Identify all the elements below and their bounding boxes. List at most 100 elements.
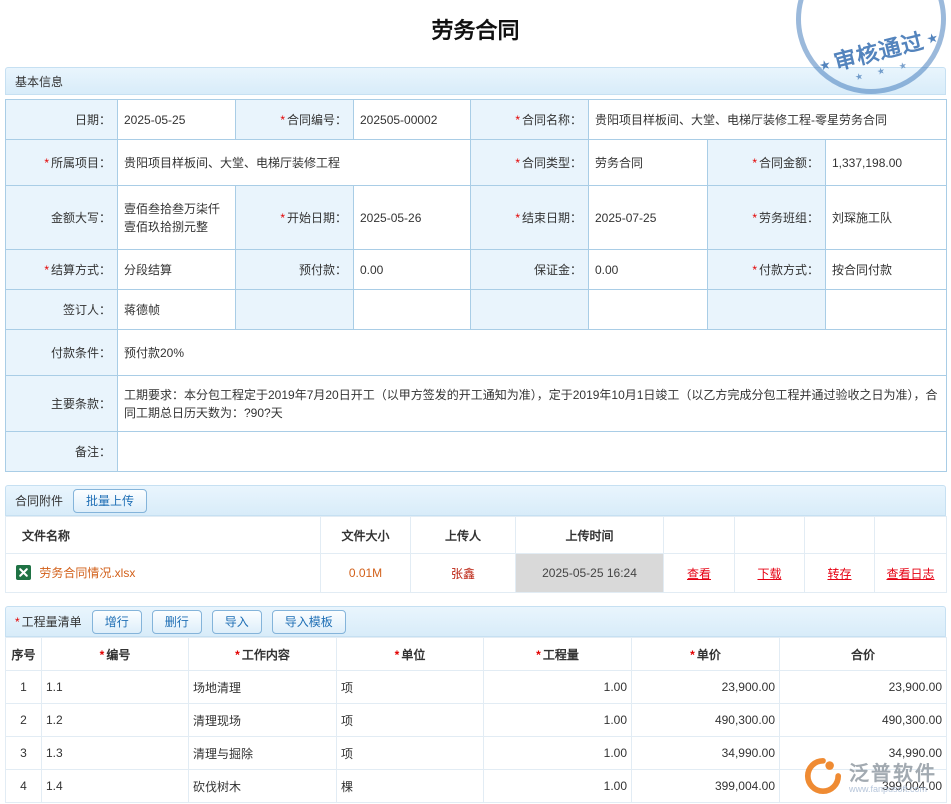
attachment-actions-cell: 查看日志 [875, 554, 947, 593]
project-value: 贵阳项目样板间、大堂、电梯厅装修工程 [118, 140, 471, 186]
actions-header-cell [805, 517, 875, 554]
uploader-header: 上传人 [411, 517, 516, 554]
boq-seq: 3 [6, 737, 42, 770]
required-asterisk: * [280, 211, 285, 225]
excel-file-icon [16, 565, 31, 583]
quantity-header-text: 工程量 [543, 648, 579, 662]
settlement-label-text: 结算方式： [51, 263, 111, 277]
attachment-uploader: 张鑫 [411, 554, 516, 593]
quantity-header: *工程量 [484, 638, 632, 671]
actions-header-cell [875, 517, 947, 554]
boq-code: 1.1 [42, 671, 189, 704]
boq-unit: 棵 [337, 770, 484, 803]
boq-seq: 2 [6, 704, 42, 737]
amount-words-value: 壹佰叁拾叁万柒仟壹佰玖拾捌元整 [118, 186, 236, 250]
start-date-label: *开始日期： [236, 186, 354, 250]
boq-code: 1.4 [42, 770, 189, 803]
attachment-file-link[interactable]: 劳务合同情况.xlsx [39, 566, 135, 580]
boq-quantity: 1.00 [484, 671, 632, 704]
contract-amount-label-text: 合同金额： [759, 156, 819, 170]
contract-amount-label: *合同金额： [708, 140, 826, 186]
file-name-header: 文件名称 [6, 517, 321, 554]
form-row: *结算方式： 分段结算 预付款： 0.00 保证金： 0.00 *付款方式： 按… [6, 250, 947, 290]
end-date-label: *结束日期： [471, 186, 589, 250]
import-template-button[interactable]: 导入模板 [272, 610, 346, 634]
contract-no-label: *合同编号： [236, 100, 354, 140]
attachment-actions-cell: 查看 [664, 554, 735, 593]
content-header-text: 工作内容 [242, 648, 290, 662]
labor-team-label: *劳务班组： [708, 186, 826, 250]
view-link[interactable]: 查看 [687, 567, 711, 581]
import-button[interactable]: 导入 [212, 610, 262, 634]
required-asterisk: * [44, 263, 49, 277]
boq-unit-price: 399,004.00 [632, 770, 780, 803]
transfer-link[interactable]: 转存 [827, 567, 851, 581]
actions-header-cell [735, 517, 805, 554]
attachment-actions-cell: 下载 [735, 554, 805, 593]
labor-team-label-text: 劳务班组： [759, 211, 819, 225]
boq-quantity: 1.00 [484, 770, 632, 803]
project-label-text: 所属项目： [51, 156, 111, 170]
unit-price-header-text: 单价 [697, 648, 721, 662]
boq-total: 490,300.00 [780, 704, 947, 737]
prepayment-value: 0.00 [354, 250, 471, 290]
start-date-label-text: 开始日期： [287, 211, 347, 225]
contract-no-value: 202505-00002 [354, 100, 471, 140]
code-header: *编号 [42, 638, 189, 671]
boq-total: 34,990.00 [780, 737, 947, 770]
batch-upload-button[interactable]: 批量上传 [73, 489, 147, 513]
form-row: 金额大写： 壹佰叁拾叁万柒仟壹佰玖拾捌元整 *开始日期： 2025-05-26 … [6, 186, 947, 250]
boq-unit-price: 23,900.00 [632, 671, 780, 704]
section-attachments-bar: 合同附件 批量上传 [5, 485, 946, 516]
boq-row: 2 1.2 清理现场 项 1.00 490,300.00 490,300.00 [6, 704, 947, 737]
settlement-label: *结算方式： [6, 250, 118, 290]
boq-content: 砍伐树木 [189, 770, 337, 803]
boq-content: 清理现场 [189, 704, 337, 737]
contract-amount-value: 1,337,198.00 [826, 140, 947, 186]
delete-row-button[interactable]: 删行 [152, 610, 202, 634]
section-basic-info-bar: 基本信息 [5, 67, 946, 95]
boq-seq: 4 [6, 770, 42, 803]
required-asterisk: * [395, 648, 400, 662]
remark-label-text: 备注： [75, 445, 111, 459]
boq-table: 序号 *编号 *工作内容 *单位 *工程量 *单价 合价 1 1.1 场地清理 … [5, 637, 947, 803]
form-row: 日期： 2025-05-25 *合同编号： 202505-00002 *合同名称… [6, 100, 947, 140]
boq-unit-price: 34,990.00 [632, 737, 780, 770]
seq-header: 序号 [6, 638, 42, 671]
download-link[interactable]: 下载 [757, 567, 781, 581]
main-clauses-value: 工期要求：本分包工程定于2019年7月20日开工（以甲方签发的开工通知为准），定… [118, 376, 947, 432]
contract-name-label: *合同名称： [471, 100, 589, 140]
view-log-link[interactable]: 查看日志 [886, 567, 934, 581]
boq-seq: 1 [6, 671, 42, 704]
required-asterisk: * [515, 156, 520, 170]
attachment-file-cell: 劳务合同情况.xlsx [6, 554, 321, 593]
attachment-actions-cell: 转存 [805, 554, 875, 593]
payment-method-value: 按合同付款 [826, 250, 947, 290]
required-asterisk: * [100, 648, 105, 662]
add-row-button[interactable]: 增行 [92, 610, 142, 634]
amount-words-label-text: 金额大写： [51, 211, 111, 225]
page-title: 劳务合同 [0, 0, 951, 54]
boq-total: 399,004.00 [780, 770, 947, 803]
contract-name-label-text: 合同名称： [522, 113, 582, 127]
file-size-header: 文件大小 [321, 517, 411, 554]
section-boq-bar: *工程量清单 增行 删行 导入 导入模板 [5, 606, 946, 637]
basic-info-table: 日期： 2025-05-25 *合同编号： 202505-00002 *合同名称… [5, 99, 947, 472]
required-asterisk: * [235, 648, 240, 662]
boq-unit: 项 [337, 737, 484, 770]
required-asterisk: * [752, 211, 757, 225]
unit-price-header: *单价 [632, 638, 780, 671]
required-asterisk: * [280, 113, 285, 127]
signer-value: 蒋德帧 [118, 290, 236, 330]
deposit-value: 0.00 [589, 250, 708, 290]
boq-content: 场地清理 [189, 671, 337, 704]
signer-label: 签订人： [6, 290, 118, 330]
labor-team-value: 刘琛施工队 [826, 186, 947, 250]
project-label: *所属项目： [6, 140, 118, 186]
payment-terms-value: 预付款20% [118, 330, 947, 376]
required-asterisk: * [536, 648, 541, 662]
empty-label-cell [708, 290, 826, 330]
remark-label: 备注： [6, 432, 118, 472]
form-row: 备注： [6, 432, 947, 472]
unit-header: *单位 [337, 638, 484, 671]
